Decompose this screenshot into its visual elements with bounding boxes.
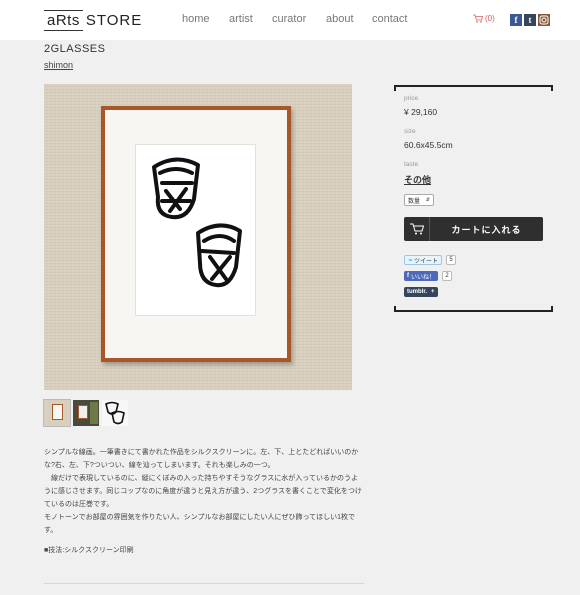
thumbnail-3[interactable]	[102, 400, 128, 426]
thumbnail-1[interactable]	[43, 399, 71, 427]
tumblr-icon[interactable]: t	[524, 14, 536, 26]
like-count: 2	[442, 271, 453, 281]
tumblr-share: tumblr. +	[404, 287, 438, 297]
tweet-share: ❧ ツイート 5	[404, 255, 457, 265]
cart-icon	[473, 14, 483, 23]
size-label: size	[404, 128, 416, 135]
thumbnail-strip	[43, 399, 128, 427]
plus-icon: +	[431, 289, 435, 295]
taste-value[interactable]: その他	[404, 173, 431, 186]
select-arrows-icon: ⇵	[425, 197, 430, 203]
divider	[44, 583, 364, 584]
tweet-count: 5	[446, 255, 457, 265]
social-links: f t	[510, 14, 550, 26]
facebook-icon: f	[407, 273, 409, 279]
add-to-cart-label: カートに入れる	[451, 224, 522, 235]
two-glasses-drawing	[152, 157, 242, 288]
cart-icon	[404, 217, 430, 241]
tumblr-button[interactable]: tumblr. +	[404, 287, 438, 297]
site-header: aRts STORE home artist curator about con…	[0, 0, 580, 40]
product-title: 2GLASSES	[44, 43, 106, 55]
add-to-cart-button[interactable]: カートに入れる	[404, 217, 543, 241]
like-label: いいね！	[411, 274, 436, 281]
taste-label: taste	[404, 161, 419, 168]
product-method: ■技法:シルクスクリーン印刷	[44, 547, 134, 554]
price-value: ¥ 29,160	[404, 107, 438, 117]
nav-artist[interactable]: artist	[229, 13, 253, 25]
cart-count: (0)	[485, 14, 495, 23]
price-label: price	[404, 95, 419, 102]
panel-bracket-bottom	[394, 306, 553, 312]
header-cart[interactable]: (0)	[473, 14, 495, 23]
nav-home[interactable]: home	[182, 13, 210, 25]
like-button[interactable]: f いいね！	[404, 271, 439, 281]
quantity-label: 数量	[408, 198, 421, 205]
quantity-select[interactable]: 数量 ⇵	[404, 194, 434, 206]
description-paragraph: シンプルな線画。一筆書きにて書かれた作品をシルクスクリーンに。左、下、上とたどれ…	[44, 449, 359, 469]
instagram-icon[interactable]	[538, 14, 550, 26]
frame-mat	[105, 110, 287, 358]
thumbnail-2[interactable]	[73, 400, 99, 426]
artwork-print	[135, 144, 256, 316]
size-value: 60.6x45.5cm	[404, 140, 453, 150]
facebook-icon[interactable]: f	[510, 14, 522, 26]
tweet-label: ツイート	[414, 258, 439, 265]
nav-contact[interactable]: contact	[372, 13, 407, 25]
description-paragraph: 線だけで表現しているのに、縦にくぼみの入った持ちやすそうなグラスに水が入っている…	[44, 475, 362, 508]
description-paragraph: モノトーンでお部屋の雰囲気を作りたい人、シンプルなお部屋にしたい人にぜひ飾ってほ…	[44, 514, 355, 534]
twitter-icon: ❧	[408, 257, 414, 264]
tweet-button[interactable]: ❧ ツイート	[404, 255, 443, 265]
artist-link[interactable]: shimon	[44, 60, 73, 70]
product-description: シンプルな線画。一筆書きにて書かれた作品をシルクスクリーンに。左、下、上とたどれ…	[44, 446, 364, 537]
panel-bracket-top	[394, 85, 553, 91]
nav-about[interactable]: about	[326, 13, 354, 25]
purchase-panel: price ¥ 29,160 size 60.6x45.5cm taste その…	[394, 85, 553, 312]
like-share: f いいね！ 2	[404, 271, 453, 281]
nav-curator[interactable]: curator	[272, 13, 306, 25]
tumblr-label: tumblr.	[407, 289, 428, 295]
picture-frame	[101, 106, 291, 362]
product-main-image	[44, 84, 352, 390]
